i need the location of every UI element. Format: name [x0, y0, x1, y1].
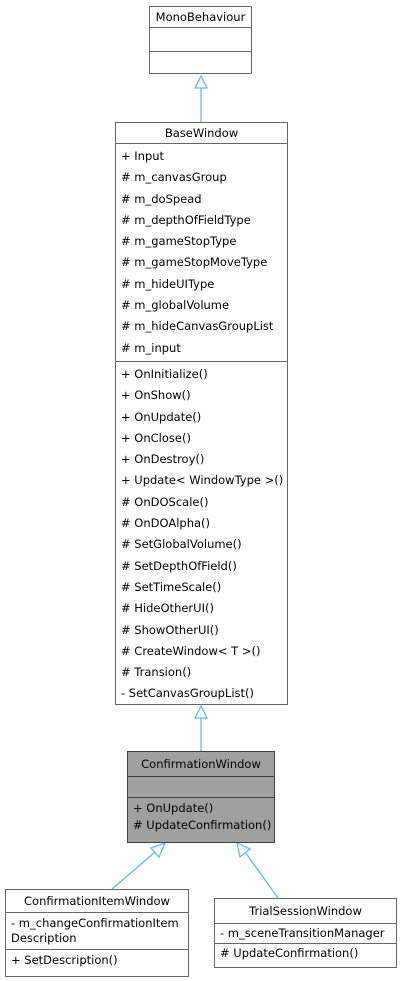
attributes-section: - m_sceneTransitionManager: [215, 924, 396, 944]
method-row: # SetDepthOfField(): [121, 558, 237, 573]
method-row: # OnDOAlpha(): [121, 516, 211, 531]
attribute-row: # m_hideCanvasGroupList: [121, 319, 274, 334]
method-row: # CreateWindow< T >(): [121, 643, 261, 658]
methods-section: # UpdateConfirmation(): [215, 944, 396, 963]
method-row: + Update< WindowType >(): [121, 473, 284, 488]
method-row: + OnShow(): [121, 388, 191, 403]
attribute-row: # m_globalVolume: [121, 298, 230, 313]
method-row: # UpdateConfirmation(): [220, 946, 359, 960]
edge-trial-to-confirm: [244, 851, 279, 899]
method-row: + OnDestroy(): [121, 452, 205, 467]
methods-section: [150, 52, 251, 73]
attribute-row: # m_canvasGroup: [121, 170, 227, 185]
class-monobehaviour[interactable]: MonoBehaviour: [149, 6, 252, 74]
edge-item-to-confirm: [111, 851, 156, 890]
method-row: + OnInitialize(): [121, 366, 208, 381]
methods-section: + SetDescription(): [6, 950, 188, 971]
attributes-section: [128, 777, 274, 798]
attribute-row: + Input: [121, 149, 165, 163]
methods-section: + OnUpdate() # UpdateConfirmation(): [128, 798, 274, 836]
method-row: + OnUpdate(): [121, 409, 202, 424]
attribute-row: # m_depthOfFieldType: [121, 212, 251, 227]
attributes-section: - m_changeConfirmationItem Description: [6, 913, 188, 950]
attribute-row: # m_gameStopMoveType: [121, 255, 268, 270]
attribute-row: # m_input: [121, 340, 181, 355]
attributes-section: + Input # m_canvasGroup # m_doSpead # m_dep…: [116, 144, 287, 362]
arrowhead-base: [193, 704, 209, 719]
method-row: + OnClose(): [121, 430, 191, 445]
class-title: MonoBehaviour: [150, 7, 251, 28]
method-row: # SetTimeScale(): [121, 579, 222, 594]
arrowhead-mono: [193, 74, 209, 89]
method-row: # HideOtherUI(): [121, 601, 214, 616]
method-row: # SetGlobalVolume(): [121, 537, 242, 552]
class-title: ConfirmationWindow: [128, 752, 274, 777]
methods-section: + OnInitialize() + OnShow() + OnUpdate() + …: [116, 362, 287, 707]
class-basewindow[interactable]: BaseWindow + Input # m_canvasGroup # m_doS…: [115, 122, 288, 705]
attributes-section: [150, 28, 251, 52]
class-trialsessionwindow[interactable]: TrialSessionWindow - m_sceneTransitionMa…: [214, 898, 397, 968]
attribute-row: # m_gameStopType: [121, 234, 237, 249]
method-row: - SetCanvasGroupList(): [121, 686, 254, 701]
arrowhead-confirm-right: [236, 841, 252, 859]
method-row: # Transion(): [121, 665, 192, 680]
method-row: + SetDescription(): [11, 953, 118, 967]
method-row: + OnUpdate(): [133, 801, 214, 815]
method-row: # OnDOScale(): [121, 494, 209, 509]
class-confirmationwindow[interactable]: ConfirmationWindow + OnUpdate() # UpdateC…: [127, 751, 275, 843]
attribute-row: # m_doSpead: [121, 191, 202, 206]
attribute-row: # m_hideUIType: [121, 276, 215, 291]
attribute-row: - m_changeConfirmationItem Description: [11, 916, 179, 945]
class-title: ConfirmationItemWindow: [6, 890, 188, 913]
method-row: # ShowOtherUI(): [121, 622, 219, 637]
attribute-row: - m_sceneTransitionManager: [220, 926, 385, 940]
method-row: # UpdateConfirmation(): [133, 818, 272, 832]
class-confirmationitemwindow[interactable]: ConfirmationItemWindow - m_changeConfirm…: [5, 889, 189, 977]
arrowhead-confirm-left: [149, 841, 167, 859]
class-title: TrialSessionWindow: [215, 899, 396, 924]
class-title: BaseWindow: [116, 123, 287, 144]
